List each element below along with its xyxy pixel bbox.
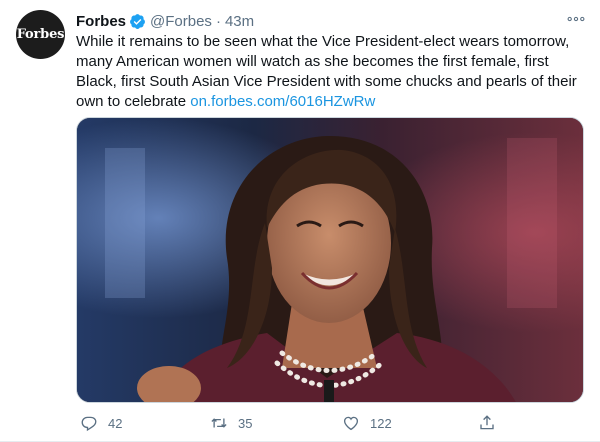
retweet-count: 35 xyxy=(238,415,253,431)
tweet-link[interactable]: on.forbes.com/6016HZwRw xyxy=(190,93,375,110)
account-name[interactable]: Forbes xyxy=(76,13,126,30)
avatar-logo-text: Forbes xyxy=(16,27,65,42)
retweet-button[interactable]: 35 xyxy=(210,412,252,434)
portrait-photo xyxy=(77,118,583,402)
retweet-icon xyxy=(211,418,227,428)
tweet-actions: 42 35 122 xyxy=(76,412,506,434)
verified-badge-icon xyxy=(129,13,146,30)
account-handle[interactable]: @Forbes xyxy=(150,13,212,30)
like-count: 122 xyxy=(370,415,392,431)
reply-button[interactable]: 42 xyxy=(80,412,122,434)
reply-icon xyxy=(81,416,97,432)
more-horizontal-icon[interactable] xyxy=(566,12,586,26)
like-button[interactable]: 122 xyxy=(342,412,392,434)
share-icon xyxy=(480,415,494,430)
tweet-photo[interactable] xyxy=(76,117,584,403)
reply-count: 42 xyxy=(108,415,123,431)
tweet-header: Forbes @Forbes · 43m xyxy=(76,11,254,31)
tweet-card[interactable]: Forbes Forbes @Forbes · 43m While it rem… xyxy=(0,0,600,442)
heart-icon xyxy=(343,416,359,431)
share-button[interactable] xyxy=(478,412,506,434)
tweet-timestamp[interactable]: 43m xyxy=(225,13,254,30)
avatar[interactable]: Forbes xyxy=(16,10,65,59)
separator-dot: · xyxy=(215,12,221,30)
tweet-text: While it remains to be seen what the Vic… xyxy=(76,32,586,112)
